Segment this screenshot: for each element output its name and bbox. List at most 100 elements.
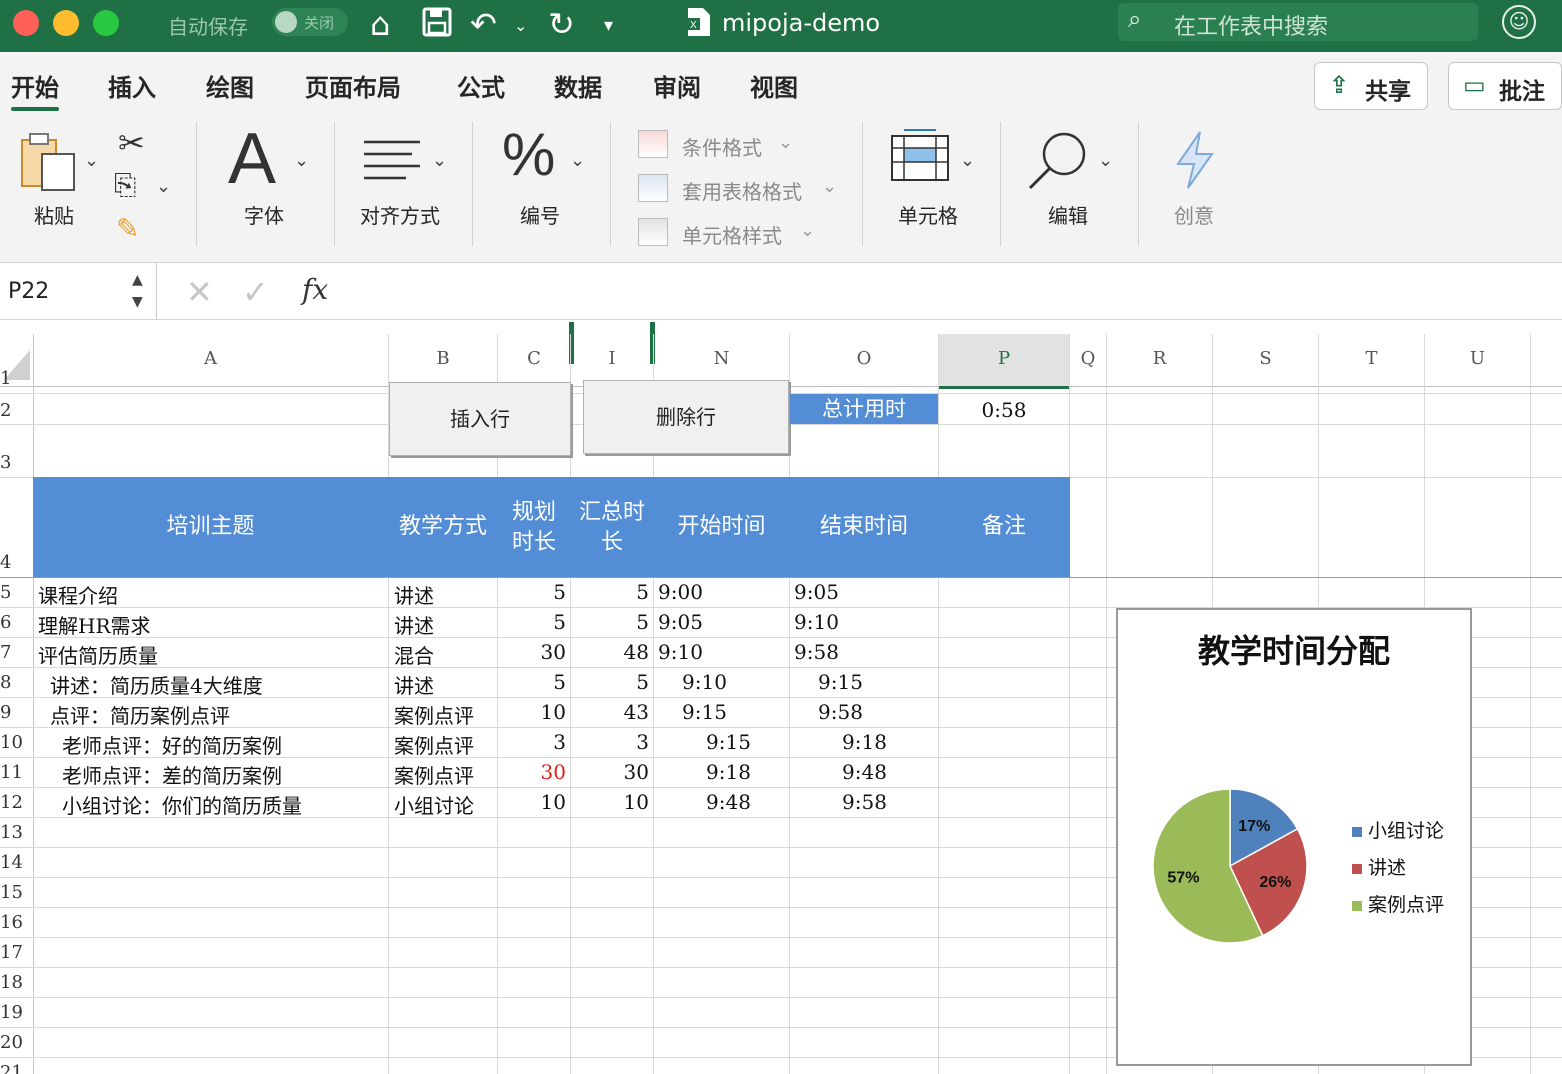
row-header[interactable]: 12 xyxy=(0,792,33,813)
row-header[interactable]: 20 xyxy=(0,1032,33,1053)
format-painter-icon[interactable]: ✎ xyxy=(116,212,139,245)
redo-icon[interactable]: ↻ xyxy=(548,4,575,44)
row-header[interactable]: 13 xyxy=(0,822,33,843)
cut-icon[interactable]: ✂ xyxy=(118,124,145,162)
cells-dropdown-chevron-icon[interactable]: ⌄ xyxy=(960,150,975,171)
row-header[interactable]: 4 xyxy=(0,552,33,573)
worksheet-grid[interactable]: A B C I N O P Q R S T U 1 2 3 4 5 6 7 8 xyxy=(0,320,1562,1074)
format-as-table-button[interactable]: 套用表格格式 xyxy=(682,176,802,205)
tab-review[interactable]: 审阅 xyxy=(653,68,701,103)
column-header-a[interactable]: A xyxy=(33,334,388,387)
tab-view[interactable]: 视图 xyxy=(750,68,798,103)
row-header[interactable]: 10 xyxy=(0,732,33,753)
cancel-formula-icon[interactable]: ✕ xyxy=(186,273,213,311)
cell-styles-button[interactable]: 单元格样式 xyxy=(682,220,782,249)
column-header-q[interactable]: Q xyxy=(1070,334,1106,387)
percent-icon[interactable]: % xyxy=(502,120,555,189)
sheet-search-box[interactable]: ⌕ 在工作表中搜索 xyxy=(1118,3,1478,41)
conditional-format-chevron-icon[interactable]: ⌄ xyxy=(778,132,793,153)
cell-topic[interactable]: 课程介绍 xyxy=(38,580,118,609)
cell-topic[interactable]: 小组讨论：你们的简历质量 xyxy=(62,790,302,819)
cell-planned[interactable]: 10 xyxy=(498,700,566,724)
cell-end[interactable]: 9:05 xyxy=(794,580,839,604)
cell-sum[interactable]: 3 xyxy=(571,730,649,754)
close-window-button[interactable] xyxy=(13,10,39,36)
cell-start[interactable]: 9:10 xyxy=(682,670,727,694)
row-header[interactable]: 1 xyxy=(0,368,33,389)
row-header[interactable]: 14 xyxy=(0,852,33,873)
cell-start[interactable]: 9:00 xyxy=(658,580,703,604)
alignment-dropdown-chevron-icon[interactable]: ⌄ xyxy=(432,150,447,171)
edit-dropdown-chevron-icon[interactable]: ⌄ xyxy=(1098,150,1113,171)
column-header-v[interactable] xyxy=(1531,334,1562,387)
cell-end[interactable]: 9:58 xyxy=(842,790,887,814)
header-method[interactable]: 教学方式 xyxy=(389,512,497,542)
cell-planned[interactable]: 3 xyxy=(498,730,566,754)
feedback-smiley-icon[interactable]: ☺ xyxy=(1502,5,1536,39)
find-icon[interactable] xyxy=(1026,130,1090,196)
cell-sum[interactable]: 5 xyxy=(571,670,649,694)
cell-topic[interactable]: 点评：简历案例点评 xyxy=(50,700,230,729)
cell-topic[interactable]: 讲述：简历质量4大维度 xyxy=(50,670,263,699)
legend-item[interactable]: 小组讨论 xyxy=(1352,816,1444,843)
minimize-window-button[interactable] xyxy=(53,10,79,36)
share-button[interactable]: ⇪ 共享 xyxy=(1314,62,1428,110)
cell-sum[interactable]: 48 xyxy=(571,640,649,664)
cell-method[interactable]: 讲述 xyxy=(394,670,434,699)
cell-start[interactable]: 9:05 xyxy=(658,610,703,634)
column-header-p[interactable]: P xyxy=(939,334,1069,389)
conditional-format-button[interactable]: 条件格式 xyxy=(682,132,762,161)
legend-item[interactable]: 讲述 xyxy=(1352,853,1406,880)
cells-icon[interactable] xyxy=(890,128,950,188)
cell-start[interactable]: 9:10 xyxy=(658,640,703,664)
cell-start[interactable]: 9:15 xyxy=(706,730,751,754)
header-end[interactable]: 结束时间 xyxy=(790,512,938,542)
row-header[interactable]: 21 xyxy=(0,1062,33,1074)
header-planned-line1[interactable]: 规划 xyxy=(498,498,570,528)
insert-function-icon[interactable]: fx xyxy=(302,273,328,306)
legend-item[interactable]: 案例点评 xyxy=(1352,890,1444,917)
row-header[interactable]: 17 xyxy=(0,942,33,963)
cell-method[interactable]: 混合 xyxy=(394,640,434,669)
cell-start[interactable]: 9:18 xyxy=(706,760,751,784)
cell-method[interactable]: 案例点评 xyxy=(394,730,474,759)
pie-chart[interactable]: 教学时间分配 17% 26% 57% 小组讨论 讲述 案例点评 xyxy=(1116,608,1472,1066)
header-start[interactable]: 开始时间 xyxy=(654,512,789,542)
cell-start[interactable]: 9:15 xyxy=(682,700,727,724)
cell-end[interactable]: 9:18 xyxy=(842,730,887,754)
cell-sum[interactable]: 30 xyxy=(571,760,649,784)
row-header[interactable]: 6 xyxy=(0,612,33,633)
delete-row-button[interactable]: 删除行 xyxy=(583,380,789,454)
row-header[interactable]: 11 xyxy=(0,762,33,783)
column-header-r[interactable]: R xyxy=(1107,334,1212,387)
row-header[interactable]: 3 xyxy=(0,452,33,473)
cell-sum[interactable]: 5 xyxy=(571,580,649,604)
cell-topic[interactable]: 评估简历质量 xyxy=(38,640,158,669)
tab-insert[interactable]: 插入 xyxy=(108,68,156,103)
ideas-lightning-icon[interactable] xyxy=(1172,130,1218,194)
row-header[interactable]: 8 xyxy=(0,672,33,693)
cell-method[interactable]: 案例点评 xyxy=(394,700,474,729)
number-dropdown-chevron-icon[interactable]: ⌄ xyxy=(570,150,585,171)
column-header-t[interactable]: T xyxy=(1319,334,1424,387)
cell-topic[interactable]: 老师点评：好的简历案例 xyxy=(62,730,282,759)
total-time-value[interactable]: 0:58 xyxy=(939,398,1069,422)
header-topic[interactable]: 培训主题 xyxy=(33,512,388,542)
cell-styles-chevron-icon[interactable]: ⌄ xyxy=(800,220,815,241)
row-header[interactable]: 18 xyxy=(0,972,33,993)
header-sum-line1[interactable]: 汇总时 xyxy=(571,498,653,528)
header-note[interactable]: 备注 xyxy=(939,512,1069,542)
save-icon[interactable] xyxy=(422,6,452,46)
cell-start[interactable]: 9:48 xyxy=(706,790,751,814)
row-header[interactable]: 15 xyxy=(0,882,33,903)
confirm-formula-icon[interactable]: ✓ xyxy=(242,273,269,311)
cell-method[interactable]: 讲述 xyxy=(394,610,434,639)
paste-icon[interactable] xyxy=(20,132,78,198)
alignment-icon[interactable] xyxy=(362,138,422,186)
name-box-stepper-icon[interactable]: ▲ ▼ xyxy=(132,269,143,313)
column-header-c[interactable]: C xyxy=(498,334,570,387)
column-header-o[interactable]: O xyxy=(790,334,938,387)
cell-sum[interactable]: 5 xyxy=(571,610,649,634)
home-icon[interactable]: ⌂ xyxy=(370,4,390,44)
name-box[interactable]: P22 ▲ ▼ xyxy=(0,263,157,319)
